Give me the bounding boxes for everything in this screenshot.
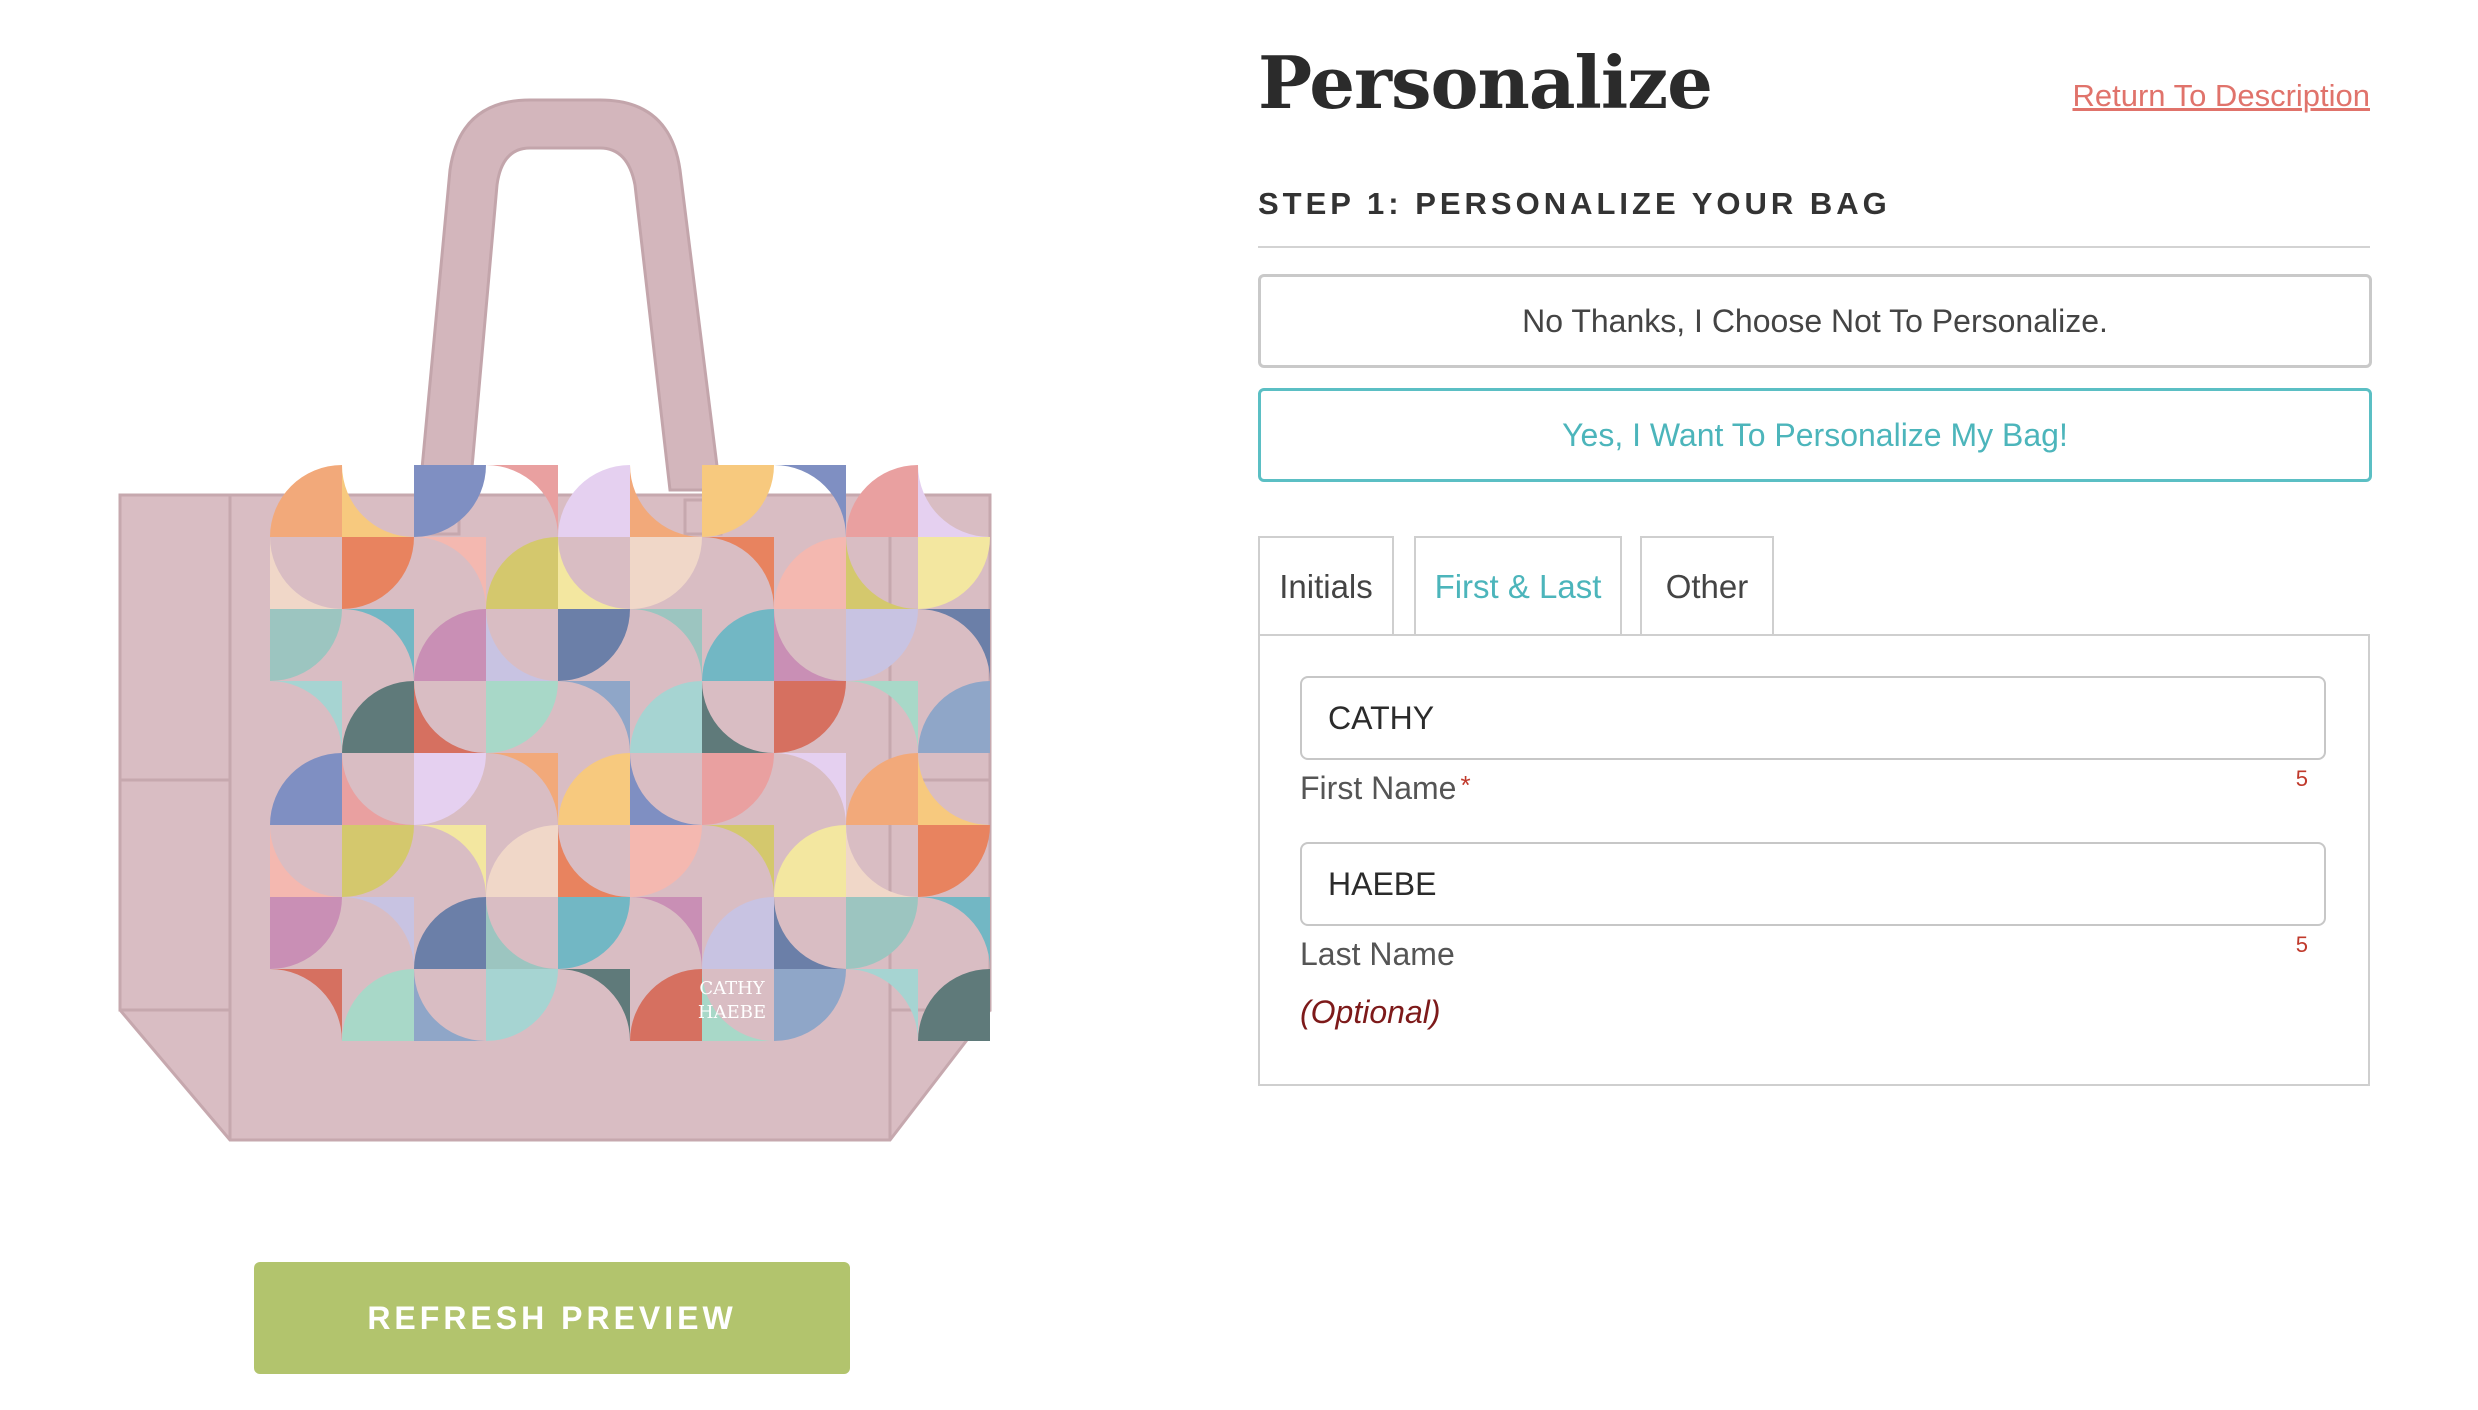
step-heading: STEP 1: PERSONALIZE YOUR BAG <box>1258 186 1891 221</box>
refresh-preview-button[interactable]: REFRESH PREVIEW <box>254 1262 850 1374</box>
tab-other[interactable]: Other <box>1640 536 1774 636</box>
bag-handle <box>418 98 722 492</box>
first-name-char-count: 5 <box>2295 766 2308 791</box>
tab-first-last[interactable]: First & Last <box>1414 536 1622 636</box>
last-name-char-count: 5 <box>2295 932 2308 957</box>
first-name-label: First Name * <box>1300 770 1471 806</box>
name-fields-panel: First Name* 5 Last Name 5 (Optional) <box>1258 634 2370 1086</box>
optional-label: (Optional) <box>1300 994 1441 1030</box>
page-title: Personalize <box>1258 40 1713 125</box>
bag-name-line2: HAEBE <box>698 1002 766 1023</box>
pattern-segment <box>846 465 918 537</box>
last-name-label: Last Name <box>1300 936 1455 972</box>
last-name-input[interactable] <box>1300 842 2326 926</box>
divider <box>1258 246 2370 248</box>
pattern-segment <box>558 465 630 537</box>
tab-initials[interactable]: Initials <box>1258 536 1394 636</box>
preview-area: CATHY HAEBE REFRESH PREVIEW <box>0 0 1180 1410</box>
bag-name-line1: CATHY <box>699 978 765 999</box>
yes-personalize-button[interactable]: Yes, I Want To Personalize My Bag! <box>1258 388 2372 482</box>
tote-bag-preview: CATHY HAEBE <box>118 98 992 1142</box>
first-name-input[interactable] <box>1300 676 2326 760</box>
no-personalize-button[interactable]: No Thanks, I Choose Not To Personalize. <box>1258 274 2372 368</box>
return-to-description-link[interactable]: Return To Description <box>2072 78 2370 114</box>
required-marker: * <box>1460 770 1471 800</box>
personalize-panel: Personalize Return To Description STEP 1… <box>1258 0 2372 1410</box>
pattern-segment <box>270 465 342 537</box>
